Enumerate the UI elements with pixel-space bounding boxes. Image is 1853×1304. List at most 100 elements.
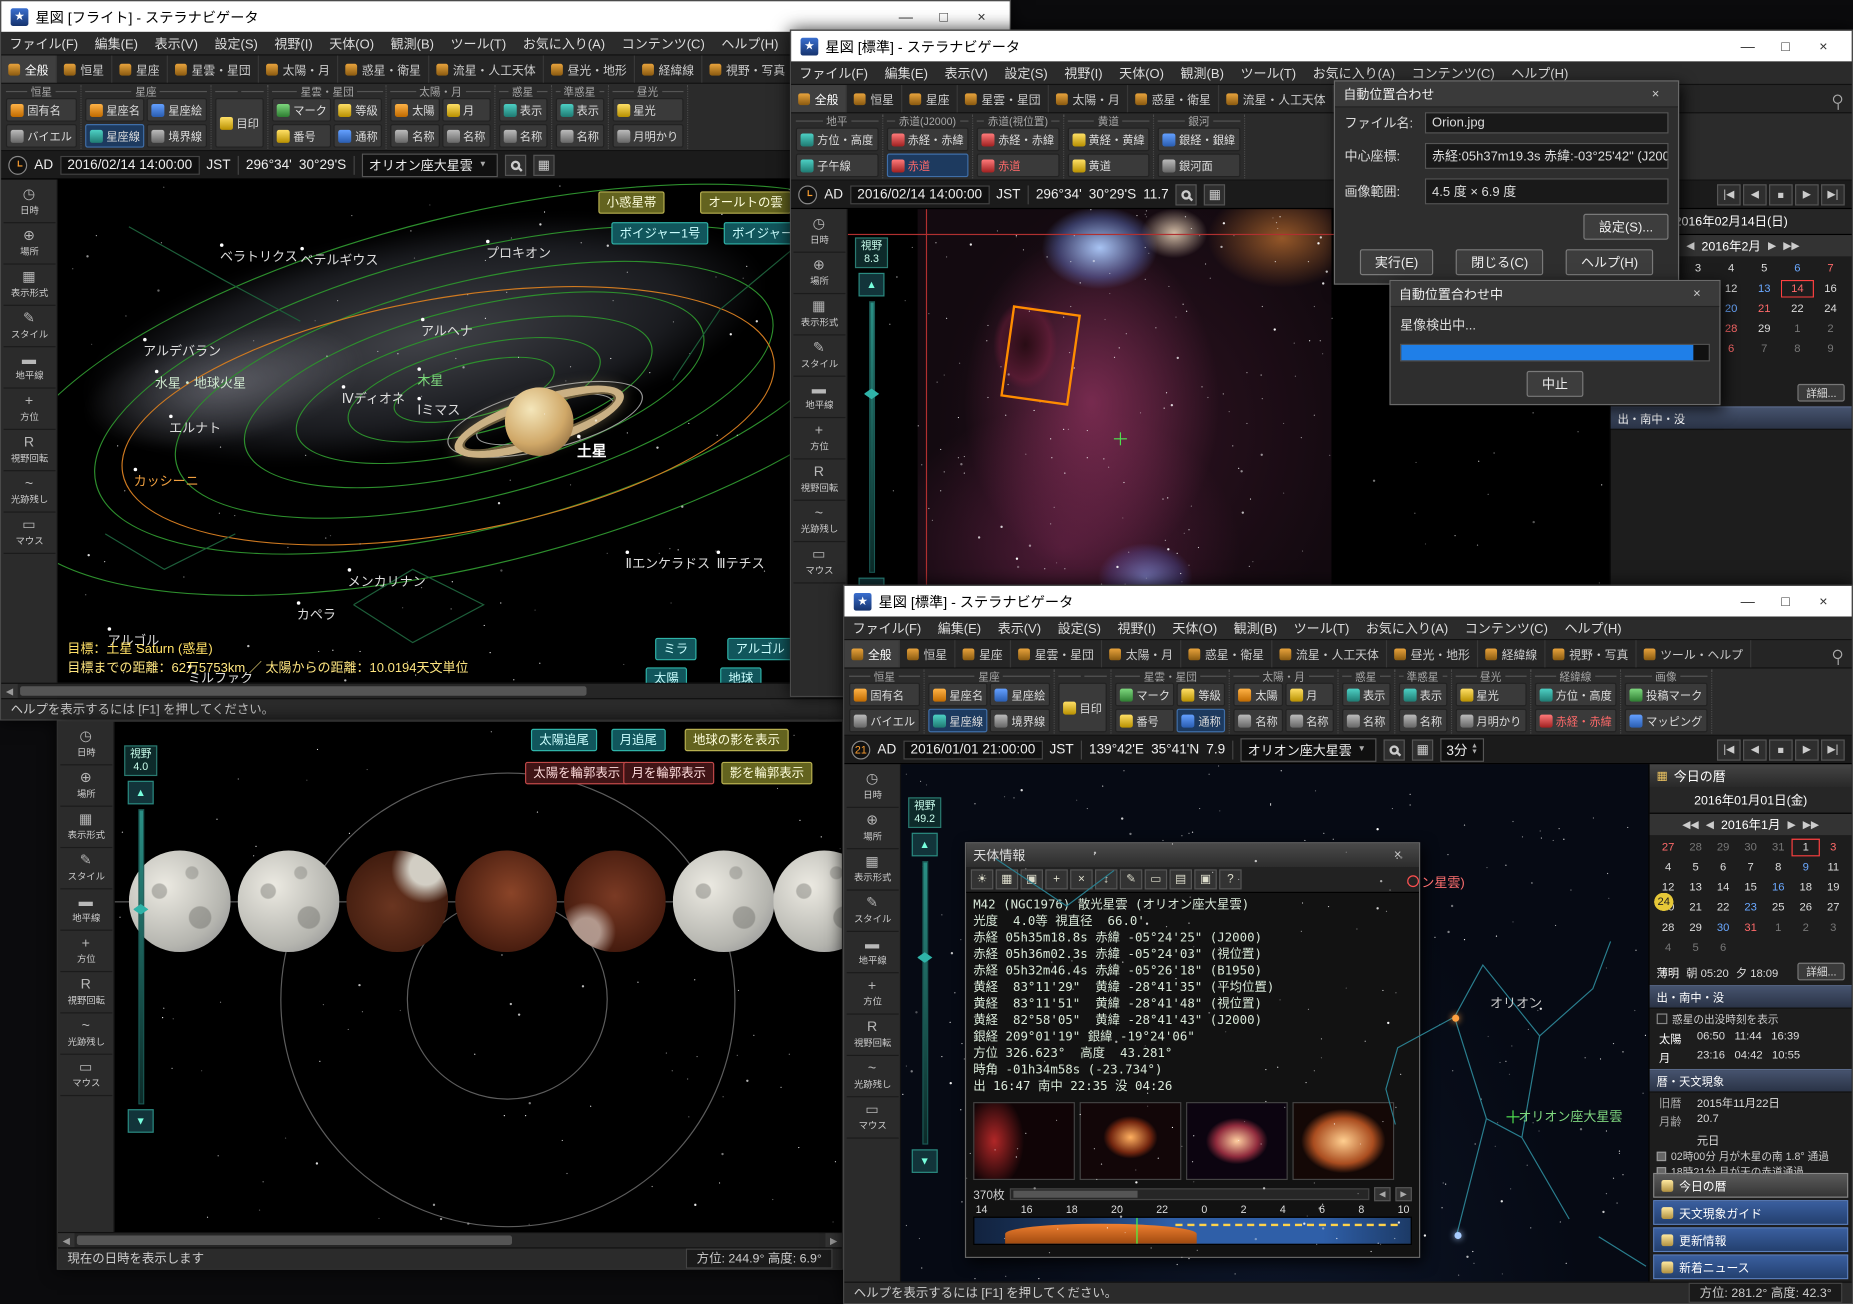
prev-month-button[interactable]: ◀ <box>1686 239 1694 252</box>
toolbar-button[interactable]: 星座絵 <box>990 683 1050 707</box>
star-label[interactable]: プロキオン <box>486 240 551 262</box>
star-label[interactable]: Ⅱエンケラドス <box>626 550 710 572</box>
toolbar-button[interactable]: 名称 <box>1342 709 1391 733</box>
sidebar-item[interactable]: R 視野回転 <box>846 1015 898 1056</box>
calendar-day[interactable]: 2 <box>1792 919 1820 937</box>
calendar-day[interactable]: 1 <box>1781 320 1814 338</box>
menu-item[interactable]: 表示(V) <box>989 618 1049 637</box>
toolbar-button[interactable]: 赤経・赤緯 <box>977 128 1059 152</box>
toolbar-button[interactable]: 名称 <box>498 124 547 148</box>
eclipse-chart[interactable]: 太陽追尾月追尾地球の影を表示太陽を輪郭表示月を輪郭表示影を輪郭表示 視野4.0 … <box>115 722 842 1232</box>
toolbar-tab[interactable]: 経緯線 <box>635 56 702 83</box>
toolbar-tab[interactable]: 星雲・星団 <box>168 56 259 83</box>
star-label[interactable]: アルデバラン <box>143 338 221 360</box>
toolbar-button[interactable]: 固有名 <box>6 98 77 122</box>
toolbar-button[interactable]: 等級 <box>1177 683 1226 707</box>
calendar-day[interactable]: 19 <box>1820 879 1848 897</box>
star-label[interactable]: Ⅰミマス <box>417 397 460 419</box>
menu-item[interactable]: ファイル(F) <box>844 618 929 637</box>
calendar-day[interactable]: 7 <box>1814 260 1847 278</box>
calendar-day[interactable]: 31 <box>1764 839 1792 857</box>
chart-overlay-button[interactable]: 影を輪郭表示 <box>721 762 812 784</box>
close-icon[interactable]: × <box>1683 286 1711 300</box>
calendar-day[interactable]: 24 <box>1814 300 1847 318</box>
sidebar-item[interactable]: ▭ マウス <box>793 542 845 583</box>
fov-slider[interactable] <box>138 809 144 1104</box>
grid-icon[interactable]: ▦ <box>1204 184 1225 205</box>
star-label[interactable]: 木星 <box>417 367 443 389</box>
sidebar-item[interactable]: ✎ スタイル <box>3 306 55 347</box>
playback-button[interactable]: ■ <box>1769 184 1793 205</box>
toolbar-tab[interactable]: 星雲・星団 <box>1011 640 1102 667</box>
calendar-day[interactable]: 27 <box>1820 899 1848 917</box>
star-label[interactable]: メンカリナン <box>348 568 426 590</box>
titlebar[interactable]: ★ 星図 [標準] - ステラナビゲータ — □ × <box>844 586 1851 617</box>
sidebar-item[interactable]: ◷ 日時 <box>3 182 55 223</box>
calendar-day[interactable]: 31 <box>1737 919 1765 937</box>
sidebar-item[interactable]: ▦ 表示形式 <box>846 849 898 890</box>
toolbar-button[interactable]: 通称 <box>1177 709 1226 733</box>
toolbar-button[interactable]: 番号 <box>272 124 332 148</box>
dialog-button[interactable]: 閉じる(C) <box>1456 249 1544 275</box>
section-header[interactable]: 出・南中・没 <box>1650 985 1852 1009</box>
toolbar-button[interactable]: 月明かり <box>1455 709 1526 733</box>
toolbar-button[interactable]: 星光 <box>1455 683 1526 707</box>
toolbar-tab[interactable]: 惑星・衛星 <box>1128 85 1219 112</box>
minimize-button[interactable]: — <box>887 1 925 32</box>
toolbar-button[interactable]: 銀経・銀緯 <box>1158 128 1240 152</box>
toolbar-button[interactable]: 名称 <box>391 124 440 148</box>
calendar-day[interactable]: 22 <box>1709 899 1737 917</box>
sidebar-item[interactable]: ⊕ 場所 <box>846 808 898 849</box>
panel-nav-item[interactable]: 更新情報 <box>1653 1227 1848 1252</box>
chart-overlay-button[interactable]: 太陽追尾 <box>531 729 597 751</box>
menu-item[interactable]: お気に入り(A) <box>1358 618 1457 637</box>
chart-overlay-button[interactable]: 月を輪郭表示 <box>623 762 714 784</box>
grid-icon[interactable]: ▦ <box>1412 739 1433 760</box>
chart-overlay-button[interactable]: ボイジャー1号 <box>611 222 708 244</box>
toolbar-button[interactable]: 月 <box>1285 683 1334 707</box>
toolbar-button[interactable]: 赤道 <box>886 154 968 178</box>
toolbar-tab[interactable]: 昼光・地形 <box>544 56 635 83</box>
sidebar-item[interactable]: ▦ 表示形式 <box>793 294 845 335</box>
datetime-display[interactable]: 2016/02/14 14:00:00 <box>60 155 199 174</box>
toolbar-tab[interactable]: 惑星・衛星 <box>1181 640 1272 667</box>
sidebar-item[interactable]: ~ 光跡残し <box>793 501 845 542</box>
menu-item[interactable]: コンテンツ(C) <box>613 34 713 53</box>
detail-button[interactable]: 詳細... <box>1798 384 1845 402</box>
checkbox[interactable] <box>1657 1013 1668 1024</box>
astro-event[interactable]: 02時00分 月が木星の南 1.8° 通過 <box>1650 1149 1852 1164</box>
toolbar-tab[interactable]: 太陽・月 <box>1102 640 1181 667</box>
toolbar-button[interactable]: 赤道 <box>977 154 1059 178</box>
calendar-day[interactable]: 16 <box>1814 280 1847 298</box>
sidebar-item[interactable]: ▦ 表示形式 <box>3 265 55 306</box>
toolbar-button[interactable]: 表示 <box>1342 683 1391 707</box>
calendar-day[interactable]: 18 <box>1792 879 1820 897</box>
chart-overlay-button[interactable]: 小惑星帯 <box>598 191 664 213</box>
sidebar-item[interactable]: ✎ スタイル <box>846 891 898 932</box>
calendar-day[interactable]: 23 <box>1737 899 1765 917</box>
sidebar-item[interactable]: ▬ 地平線 <box>793 377 845 418</box>
toolbar-tab[interactable]: 流星・人工天体 <box>1272 640 1387 667</box>
toolbar-tab[interactable]: 昼光・地形 <box>1387 640 1478 667</box>
chart-overlay-button[interactable]: ミラ <box>655 638 696 660</box>
sidebar-item[interactable]: ~ 光跡残し <box>60 1013 112 1054</box>
zoom-in-button[interactable]: ▲ <box>128 781 154 805</box>
panel-header[interactable]: ▦今日の暦 <box>1650 764 1852 788</box>
calendar-day[interactable]: 14 <box>1709 879 1737 897</box>
fov-slider[interactable] <box>869 301 875 573</box>
star-label[interactable]: カペラ <box>297 601 336 623</box>
toolbar-button[interactable]: 表示 <box>1398 683 1447 707</box>
menu-item[interactable]: 表示(V) <box>936 63 996 82</box>
toolbar-tab[interactable]: 星座 <box>902 85 958 112</box>
menu-item[interactable]: 編集(E) <box>86 34 146 53</box>
toolbar-button[interactable]: バイエル <box>6 124 77 148</box>
calendar-day[interactable]: 25 <box>1764 899 1792 917</box>
maximize-button[interactable]: □ <box>925 1 963 32</box>
calendar-day[interactable]: 4 <box>1654 859 1682 877</box>
toolbar-button[interactable]: 星座名 <box>85 98 145 122</box>
playback-button[interactable]: ■ <box>1769 739 1793 760</box>
calendar-day[interactable]: 5 <box>1748 260 1781 278</box>
toolbar-button[interactable]: マーク <box>272 98 332 122</box>
menu-item[interactable]: 設定(S) <box>996 63 1056 82</box>
menu-item[interactable]: 視野(I) <box>266 34 321 53</box>
